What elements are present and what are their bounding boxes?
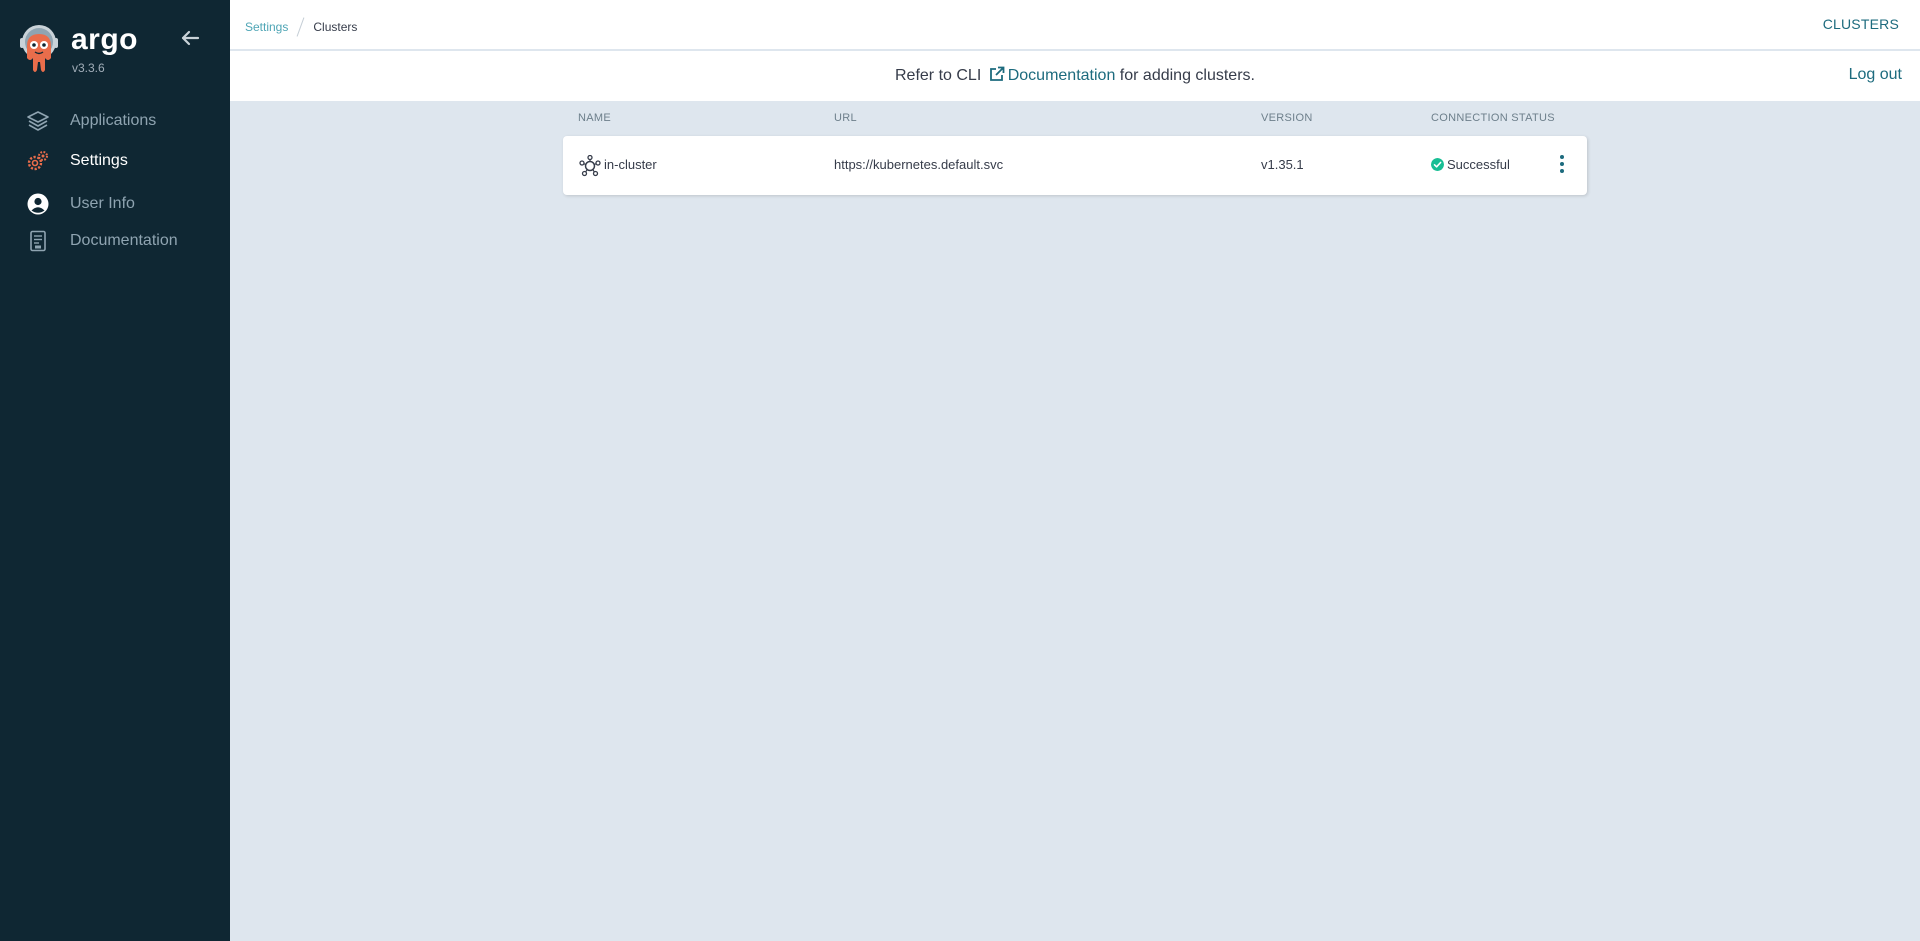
info-bar: Refer to CLI Documentation for adding cl… — [230, 51, 1920, 101]
layers-icon — [27, 111, 49, 131]
column-header-name: NAME — [578, 112, 611, 124]
sidebar-item-settings[interactable]: Settings — [0, 143, 230, 179]
info-message: Refer to CLI Documentation for adding cl… — [230, 66, 1920, 85]
sidebar-item-user-info[interactable]: User Info — [0, 186, 230, 222]
info-suffix: for adding clusters. — [1119, 67, 1255, 84]
breadcrumb-separator — [296, 17, 305, 37]
connection-status: Successful — [1431, 157, 1510, 172]
info-prefix: Refer to CLI — [895, 67, 982, 84]
cluster-url: https://kubernetes.default.svc — [834, 157, 1004, 172]
breadcrumb: Settings Clusters — [245, 17, 357, 37]
cluster-icon — [579, 155, 601, 177]
external-link-icon[interactable] — [989, 66, 1005, 82]
sidebar-item-label: Settings — [70, 152, 128, 169]
book-icon — [30, 230, 46, 252]
breadcrumb-settings-link[interactable]: Settings — [245, 20, 288, 34]
sidebar: argo v3.3.6 Applications Settings User I… — [0, 0, 230, 941]
column-header-connection-status: CONNECTION STATUS — [1431, 112, 1555, 124]
breadcrumb-current: Clusters — [313, 20, 358, 34]
logout-button[interactable]: Log out — [1849, 66, 1902, 84]
table-row[interactable]: in-cluster https://kubernetes.default.sv… — [563, 136, 1587, 195]
brand-name: argo — [71, 23, 139, 56]
cluster-version: v1.35.1 — [1261, 157, 1304, 172]
row-actions-menu-icon[interactable] — [1559, 155, 1565, 175]
column-header-version: VERSION — [1261, 112, 1313, 124]
user-circle-icon — [27, 193, 49, 215]
gears-icon — [27, 151, 48, 171]
top-bar: Settings Clusters CLUSTERS — [230, 0, 1920, 50]
sidebar-item-label: Applications — [70, 112, 157, 129]
sidebar-item-applications[interactable]: Applications — [0, 103, 230, 139]
column-header-url: URL — [834, 112, 857, 124]
collapse-sidebar-arrow-icon[interactable] — [178, 26, 202, 50]
sidebar-item-documentation[interactable]: Documentation — [0, 223, 230, 259]
page-title: CLUSTERS — [1822, 16, 1899, 32]
cluster-name: in-cluster — [604, 157, 657, 172]
check-circle-icon — [1431, 158, 1444, 171]
documentation-link[interactable]: Documentation — [1008, 67, 1116, 84]
app-version: v3.3.6 — [72, 61, 105, 75]
table-header: NAME URL VERSION CONNECTION STATUS — [563, 112, 1587, 126]
argo-logo-icon[interactable] — [18, 24, 60, 78]
sidebar-item-label: Documentation — [70, 232, 178, 249]
sidebar-item-label: User Info — [70, 195, 135, 212]
connection-status-label: Successful — [1447, 157, 1510, 172]
